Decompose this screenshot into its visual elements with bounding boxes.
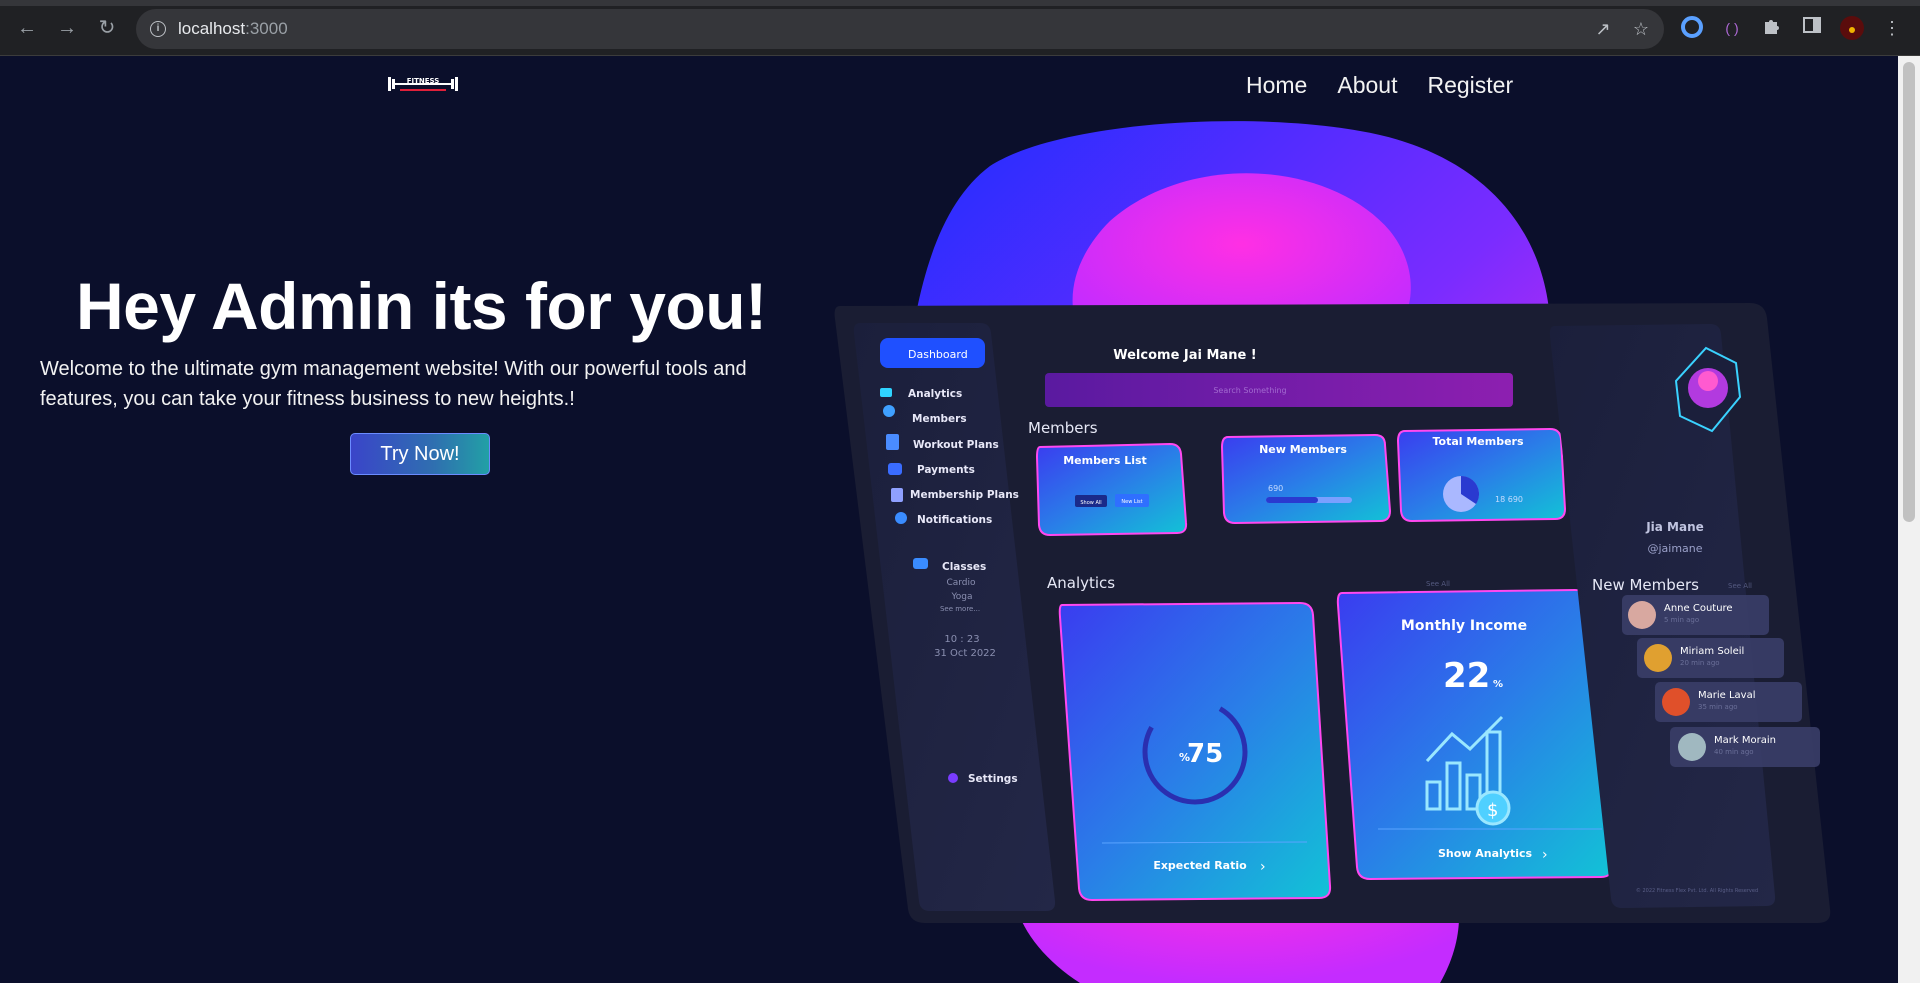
browser-menu-icon[interactable]: ⋮ <box>1880 16 1904 40</box>
new-member-row: Anne Couture 5 min ago <box>1622 595 1769 635</box>
extension-circle-icon[interactable] <box>1680 16 1704 40</box>
svg-text:40 min ago: 40 min ago <box>1714 748 1754 756</box>
new-members-progress <box>1266 497 1318 503</box>
dashboard-footer: © 2022 Fitness Flex Pvt. Ltd. All Rights… <box>1636 887 1758 894</box>
svg-text:Mark Morain: Mark Morain <box>1714 735 1776 746</box>
new-members-title: New Members <box>1259 443 1347 456</box>
sidebar-time: 10 : 23 <box>944 634 979 645</box>
main-nav: Home About Register <box>1246 72 1513 99</box>
profile-handle: @jaimane <box>1647 542 1702 555</box>
svg-text:20 min ago: 20 min ago <box>1680 659 1720 667</box>
new-member-row: Mark Morain 40 min ago <box>1670 727 1820 767</box>
settings-icon <box>948 773 958 783</box>
show-all-label: Show All <box>1080 500 1101 506</box>
total-members-title: Total Members <box>1432 435 1524 448</box>
new-members-value: 690 <box>1268 484 1283 493</box>
sidebar-class-cardio: Cardio <box>946 578 976 588</box>
dollar-icon: $ <box>1487 800 1498 821</box>
extensions-puzzle-icon[interactable] <box>1760 16 1784 40</box>
fitness-logo[interactable]: FITNESS <box>388 74 458 94</box>
monthly-income-title: Monthly Income <box>1401 618 1527 634</box>
show-analytics-label: Show Analytics <box>1438 847 1533 860</box>
sidebar-membership-plans: Membership Plans <box>910 489 1019 501</box>
hero-description: Welcome to the ultimate gym management w… <box>40 358 747 410</box>
dashboard-search-placeholder: Search Something <box>1213 386 1286 395</box>
svg-text:35 min ago: 35 min ago <box>1698 703 1738 711</box>
forward-icon[interactable]: → <box>54 15 80 41</box>
monthly-income-unit: % <box>1493 679 1503 690</box>
browser-toolbar: ← → ↻ i localhost:3000 ↗ ☆ ( ) ⋮ <box>0 0 1920 56</box>
site-info-icon[interactable]: i <box>150 21 166 37</box>
try-now-button[interactable]: Try Now! <box>350 433 490 475</box>
profile-avatar-icon[interactable] <box>1840 16 1864 40</box>
reload-icon[interactable]: ↻ <box>94 15 120 41</box>
sidebar-see-more: See more... <box>940 605 980 613</box>
sidebar-analytics: Analytics <box>908 388 962 400</box>
total-members-value: 18 690 <box>1495 495 1523 504</box>
members-heading: Members <box>1028 419 1098 437</box>
bookmark-star-icon[interactable]: ☆ <box>1630 18 1652 40</box>
nav-home-link[interactable]: Home <box>1246 72 1307 99</box>
address-bar[interactable]: i localhost:3000 ↗ ☆ <box>136 9 1664 49</box>
analytics-see-all: See All <box>1426 580 1450 588</box>
back-icon[interactable]: ← <box>14 15 40 41</box>
svg-text:Miriam Soleil: Miriam Soleil <box>1680 646 1744 657</box>
members-list-title: Members List <box>1063 454 1147 467</box>
scrollbar-thumb[interactable] <box>1903 62 1915 522</box>
new-members-heading: New Members <box>1592 576 1699 594</box>
svg-text:Anne Couture: Anne Couture <box>1664 603 1733 614</box>
new-members-see-all: See All <box>1728 582 1752 590</box>
dashboard-illustration: Dashboard Analytics Members Workout Plan… <box>834 121 1831 983</box>
new-list-label: New List <box>1121 499 1142 505</box>
sidebar-class-yoga: Yoga <box>950 592 972 602</box>
page-scrollbar[interactable] <box>1898 56 1920 983</box>
sidebar-classes: Classes <box>942 561 986 573</box>
side-panel-icon[interactable] <box>1800 16 1824 40</box>
sidebar-date: 31 Oct 2022 <box>934 648 996 659</box>
sidebar-notifications: Notifications <box>917 514 992 526</box>
svg-text:5 min ago: 5 min ago <box>1664 616 1699 624</box>
show-analytics-chevron-icon: › <box>1542 847 1548 863</box>
landing-page: FITNESS Home About Register Hey Admin it… <box>0 56 1898 983</box>
expected-ratio-chevron-icon: › <box>1260 859 1266 875</box>
monthly-income-value: 22 <box>1443 656 1490 696</box>
expected-ratio-value: 75 <box>1187 739 1223 769</box>
sidebar-dashboard-label: Dashboard <box>908 348 968 361</box>
sidebar-members: Members <box>912 413 967 425</box>
expected-ratio-label: Expected Ratio <box>1153 859 1247 872</box>
url-text[interactable]: localhost:3000 <box>178 19 288 39</box>
dashboard-welcome: Welcome Jai Mane ! <box>1113 348 1257 363</box>
profile-name: Jia Mane <box>1645 520 1704 534</box>
nav-about-link[interactable]: About <box>1337 72 1397 99</box>
tab-strip <box>0 0 1920 6</box>
analytics-heading: Analytics <box>1047 574 1115 592</box>
new-member-row: Marie Laval 35 min ago <box>1655 682 1802 722</box>
extension-brackets-icon[interactable]: ( ) <box>1720 16 1744 40</box>
svg-text:Marie Laval: Marie Laval <box>1698 690 1756 701</box>
sidebar-settings: Settings <box>968 773 1018 785</box>
new-member-row: Miriam Soleil 20 min ago <box>1637 638 1784 678</box>
nav-register-link[interactable]: Register <box>1427 72 1513 99</box>
sidebar-workout-plans: Workout Plans <box>913 439 999 451</box>
share-icon[interactable]: ↗ <box>1592 18 1614 40</box>
sidebar-payments: Payments <box>917 464 975 476</box>
hero-title: Hey Admin its for you! <box>76 269 767 343</box>
logo-text: FITNESS <box>407 77 440 85</box>
